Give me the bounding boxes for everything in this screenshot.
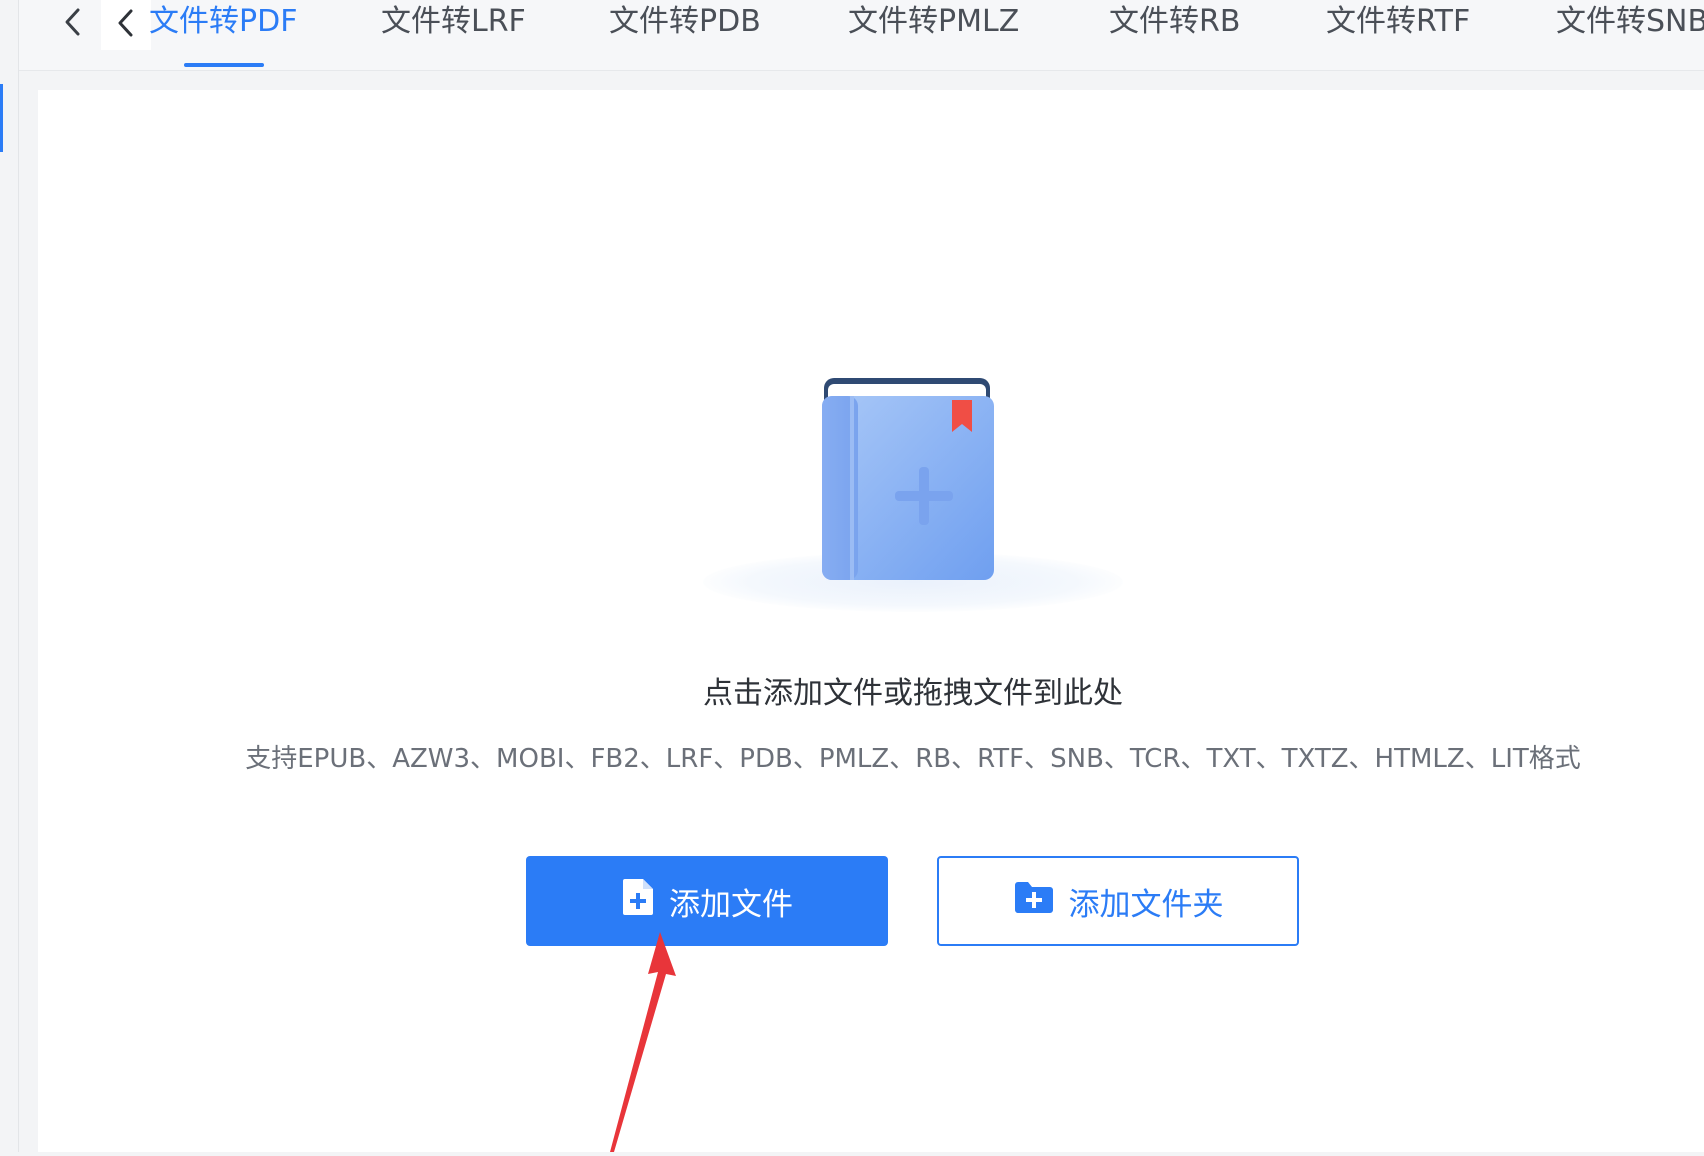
add-folder-button[interactable]: 添加文件夹 bbox=[937, 856, 1299, 946]
add-file-button[interactable]: 添加文件 bbox=[526, 856, 888, 946]
conversion-tab-bar: 文件转PDF 文件转LRF 文件转PDB 文件转PMLZ 文件转RB 文件转RT… bbox=[19, 0, 1704, 71]
sidebar-active-indicator bbox=[0, 84, 3, 152]
folder-plus-icon bbox=[1013, 879, 1055, 923]
add-file-label: 添加文件 bbox=[669, 886, 793, 923]
tab-pdb[interactable]: 文件转PDB bbox=[609, 0, 761, 46]
supported-formats-text: 支持EPUB、AZW3、MOBI、FB2、LRF、PDB、PMLZ、RB、RTF… bbox=[245, 744, 1581, 774]
red-arrow-icon bbox=[600, 930, 690, 1152]
add-folder-label: 添加文件夹 bbox=[1068, 886, 1224, 923]
tab-lrf[interactable]: 文件转LRF bbox=[381, 0, 526, 46]
back-button[interactable] bbox=[49, 2, 97, 46]
file-plus-icon bbox=[621, 877, 655, 925]
tab-rtf[interactable]: 文件转RTF bbox=[1326, 0, 1470, 46]
tabs-scroll-left-button[interactable] bbox=[101, 0, 151, 50]
upload-drop-zone[interactable] bbox=[38, 90, 1704, 1152]
chevron-left-icon bbox=[62, 7, 84, 41]
tab-pdf[interactable]: 文件转PDF bbox=[149, 0, 297, 46]
left-sidebar-edge bbox=[0, 0, 19, 1152]
tab-rb[interactable]: 文件转RB bbox=[1109, 0, 1240, 46]
drop-hint-text: 点击添加文件或拖拽文件到此处 bbox=[703, 676, 1123, 711]
tab-snb[interactable]: 文件转SNB bbox=[1556, 0, 1704, 46]
chevron-left-icon bbox=[115, 8, 137, 42]
active-tab-underline bbox=[184, 63, 264, 67]
book-add-icon[interactable] bbox=[814, 374, 1004, 584]
tab-pmlz[interactable]: 文件转PMLZ bbox=[848, 0, 1019, 46]
